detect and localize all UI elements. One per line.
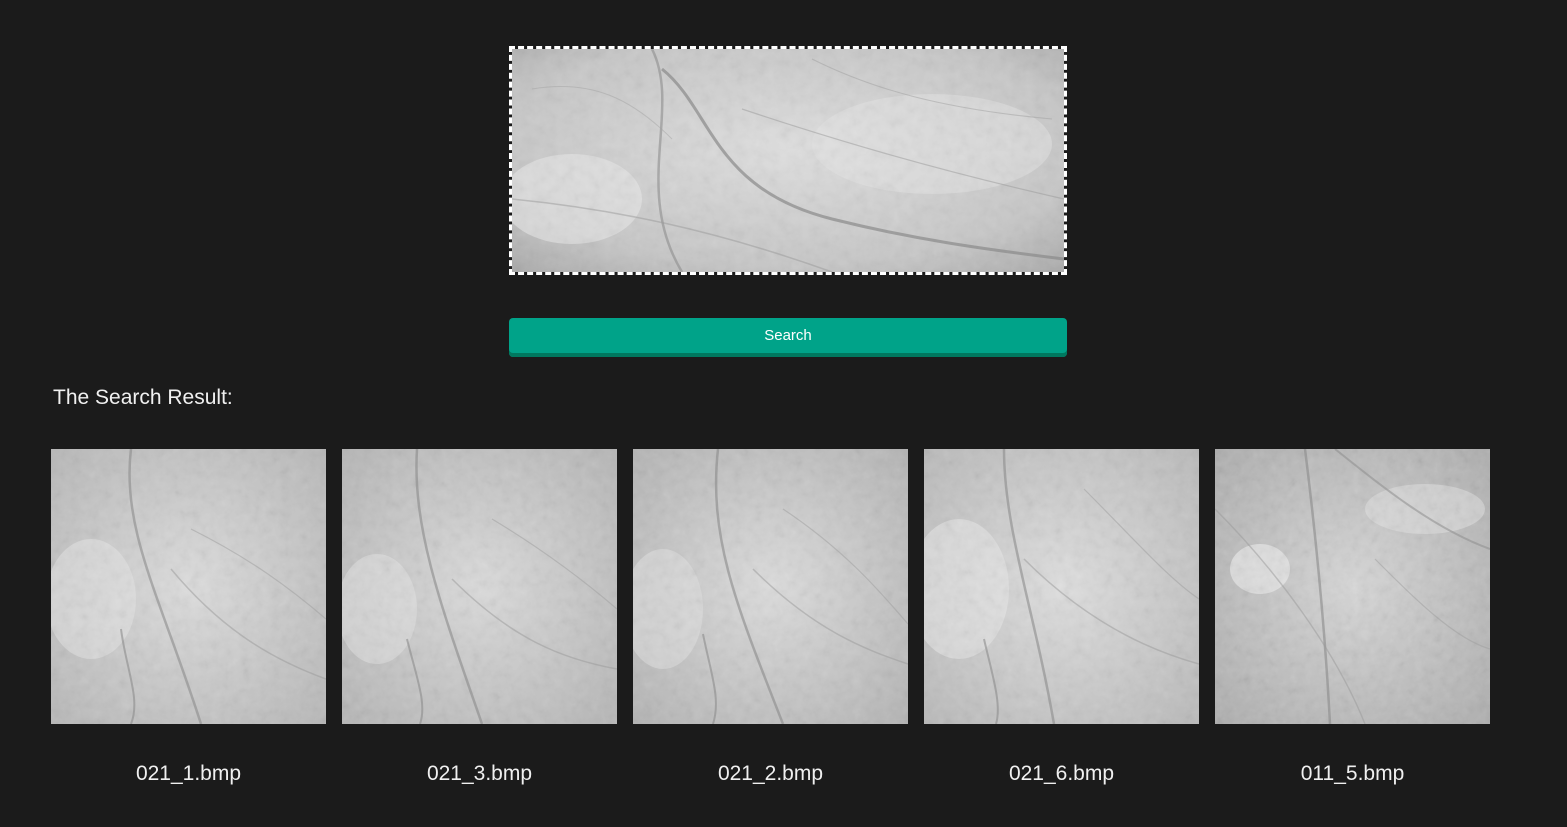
result-palm-image xyxy=(51,449,326,724)
result-item[interactable]: 021_2.bmp xyxy=(633,449,908,786)
palmprint-search-page: Search The Search Result: 021_1.bmp 021_… xyxy=(0,0,1567,827)
result-palm-image xyxy=(342,449,617,724)
search-button[interactable]: Search xyxy=(509,318,1067,357)
search-result-heading: The Search Result: xyxy=(53,386,233,409)
result-palm-image xyxy=(924,449,1199,724)
result-item[interactable]: 021_3.bmp xyxy=(342,449,617,786)
result-item[interactable]: 021_6.bmp xyxy=(924,449,1199,786)
result-filename: 021_6.bmp xyxy=(1008,762,1115,785)
result-palm-image xyxy=(633,449,908,724)
query-image-upload[interactable] xyxy=(509,46,1067,275)
result-filename: 011_5.bmp xyxy=(1300,762,1405,785)
result-filename: 021_3.bmp xyxy=(426,762,533,785)
result-item[interactable]: 011_5.bmp xyxy=(1215,449,1490,786)
result-palm-image xyxy=(1215,449,1490,724)
query-palm-image xyxy=(512,49,1064,272)
result-item[interactable]: 021_1.bmp xyxy=(51,449,326,786)
result-filename: 021_1.bmp xyxy=(135,762,242,785)
result-filename: 021_2.bmp xyxy=(717,762,824,785)
